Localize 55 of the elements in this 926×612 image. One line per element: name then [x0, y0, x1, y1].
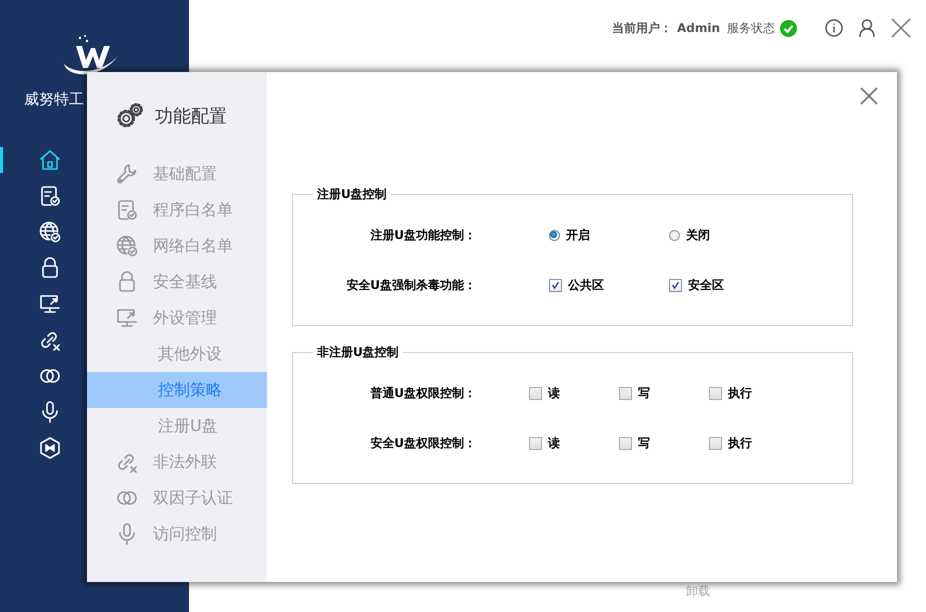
monitor-icon — [38, 292, 62, 316]
checkbox[interactable] — [549, 278, 562, 292]
menu-item[interactable]: 程序白名单 — [87, 192, 267, 228]
radio-button[interactable] — [549, 230, 560, 240]
checkbox[interactable] — [669, 278, 682, 292]
user-name: Admin — [676, 21, 720, 35]
wrench-icon — [115, 162, 139, 186]
option-label: 读 — [548, 384, 560, 402]
field-label: 注册U盘功能控制： — [369, 226, 476, 244]
checkbox[interactable] — [619, 386, 632, 400]
menu-item[interactable]: 控制策略 — [87, 372, 267, 408]
option-label: 关闭 — [686, 226, 710, 244]
info-icon[interactable] — [824, 18, 844, 38]
option-label: 读 — [548, 434, 560, 452]
option-label: 写 — [638, 434, 650, 452]
option-label: 开启 — [566, 226, 590, 244]
dialog-title: 功能配置 — [155, 105, 227, 128]
menu-item[interactable]: 访问控制 — [87, 516, 267, 552]
checkbox[interactable] — [709, 386, 722, 400]
footer-label: 卸载 — [686, 584, 710, 598]
user-label: 当前用户： — [612, 20, 672, 36]
checkbox[interactable] — [529, 386, 542, 400]
service-status-label: 服务状态 — [727, 20, 775, 36]
field-label: 安全U盘强制杀毒功能： — [345, 276, 476, 294]
close-icon[interactable] — [890, 17, 912, 39]
menu-item[interactable]: 安全基线 — [87, 264, 267, 300]
option-label: 公共区 — [568, 276, 604, 294]
monitor-icon — [115, 306, 139, 330]
menu-item[interactable]: 双因子认证 — [87, 480, 267, 516]
checkbox[interactable] — [529, 436, 542, 450]
menu-item[interactable]: 外设管理 — [87, 300, 267, 336]
option-label: 安全区 — [688, 276, 724, 294]
document-check-icon — [38, 184, 62, 208]
option-label: 执行 — [728, 434, 752, 452]
group-title: 注册U盘控制 — [316, 186, 388, 203]
globe-check-icon — [115, 234, 139, 258]
user-icon[interactable] — [857, 18, 877, 38]
radio-button[interactable] — [669, 230, 680, 240]
option-label: 写 — [638, 384, 650, 402]
menu-item[interactable]: 网络白名单 — [87, 228, 267, 264]
home-icon — [38, 148, 62, 172]
checkbox[interactable] — [709, 436, 722, 450]
group-title: 非注册U盘控制 — [316, 344, 400, 361]
brand-name: 威努特工 — [24, 90, 85, 109]
menu-item[interactable]: 基础配置 — [87, 156, 267, 192]
menu-item[interactable]: 其他外设 — [87, 336, 267, 372]
checkbox[interactable] — [619, 436, 632, 450]
field-label: 普通U盘权限控制： — [369, 384, 476, 402]
option-label: 执行 — [728, 384, 752, 402]
field-label: 安全U盘权限控制： — [369, 434, 476, 452]
document-check-icon — [115, 198, 139, 222]
menu-item[interactable]: 注册U盘 — [87, 408, 267, 444]
menu-item[interactable]: 非法外联 — [87, 444, 267, 480]
globe-check-icon — [38, 220, 62, 244]
shield-icon — [38, 436, 62, 460]
